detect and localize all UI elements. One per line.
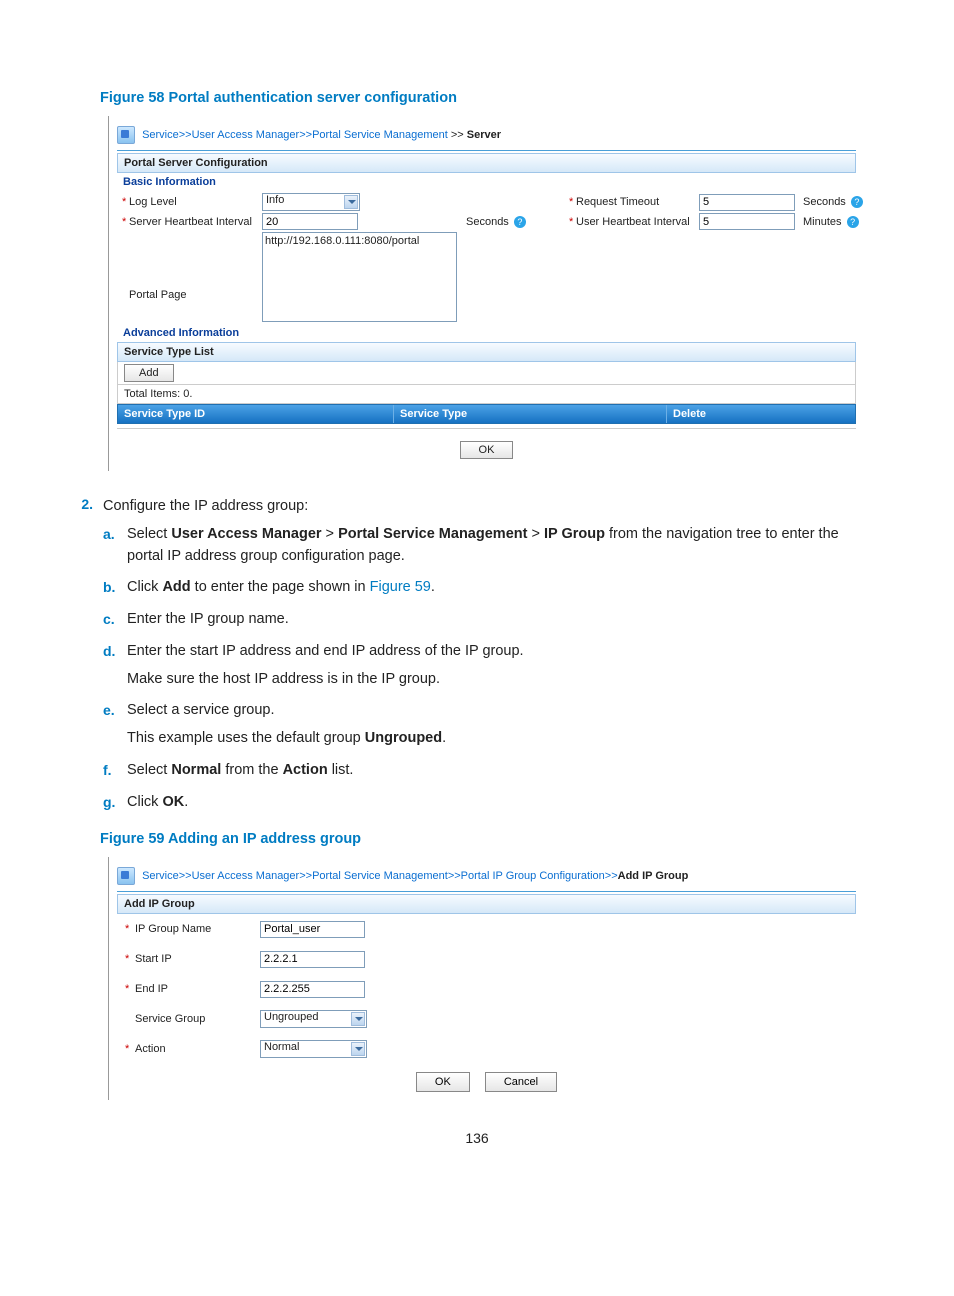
help-icon[interactable]: ? (851, 196, 863, 208)
label-request-timeout: Request Timeout (570, 196, 695, 208)
select-action[interactable]: Normal (260, 1040, 367, 1058)
basic-info-head: Basic Information (117, 173, 856, 191)
sub-e-text: Select a service group. This example use… (127, 700, 864, 750)
col-delete: Delete (667, 405, 855, 423)
bc-sep: >> (299, 129, 312, 141)
section-add-ip-group: Add IP Group (117, 894, 856, 914)
ok-button[interactable]: OK (416, 1072, 470, 1092)
sub-d: d. (103, 641, 127, 691)
breadcrumb-icon (117, 867, 135, 885)
breadcrumb-59: Service>>User Access Manager>>Portal Ser… (117, 867, 856, 885)
section-portal-server-config: Portal Server Configuration (117, 153, 856, 173)
sub-c: c. (103, 609, 127, 631)
unit-seconds: Seconds (803, 196, 846, 208)
bc-psm[interactable]: Portal Service Management (312, 870, 448, 882)
total-items: Total Items: 0. (117, 385, 856, 404)
chevron-down-icon (351, 1042, 365, 1056)
label-log-level: Log Level (123, 196, 258, 208)
col-service-type: Service Type (394, 405, 667, 423)
figure58-box: Service>>User Access Manager>>Portal Ser… (108, 116, 864, 471)
chevron-down-icon (351, 1012, 365, 1026)
breadcrumb-icon (117, 126, 135, 144)
sub-c-text: Enter the IP group name. (127, 609, 864, 631)
ok-button[interactable]: OK (460, 441, 514, 459)
add-button[interactable]: Add (124, 364, 174, 382)
label-action: *Action (117, 1043, 260, 1055)
label-user-heartbeat: User Heartbeat Interval (570, 216, 695, 228)
select-log-level[interactable]: Info (262, 193, 360, 211)
col-service-type-id: Service Type ID (118, 405, 394, 423)
bc-sep: >> (179, 129, 192, 141)
sub-g-text: Click OK. (127, 792, 864, 814)
sub-a: a. (103, 524, 127, 568)
step-number: 2. (65, 496, 103, 823)
unit-minutes: Minutes (803, 216, 842, 228)
bc-ip-cfg[interactable]: Portal IP Group Configuration (461, 870, 605, 882)
input-server-heartbeat[interactable] (262, 213, 358, 230)
page-number: 136 (90, 1130, 864, 1146)
help-icon[interactable]: ? (514, 216, 526, 228)
bc-service[interactable]: Service (142, 129, 179, 141)
bc-uam[interactable]: User Access Manager (192, 870, 300, 882)
input-start-ip[interactable] (260, 951, 365, 968)
sub-e: e. (103, 700, 127, 750)
bc-uam[interactable]: User Access Manager (192, 129, 300, 141)
figure59-box: Service>>User Access Manager>>Portal Ser… (108, 857, 864, 1100)
bc-service[interactable]: Service (142, 870, 179, 882)
input-request-timeout[interactable] (699, 194, 795, 211)
label-portal-page: Portal Page (123, 254, 258, 301)
sub-b-text: Click Add to enter the page shown in Fig… (127, 577, 864, 599)
sub-d-text: Enter the start IP address and end IP ad… (127, 641, 864, 691)
label-start-ip: *Start IP (117, 953, 260, 965)
bc-server: Server (467, 129, 501, 141)
label-ip-group-name: *IP Group Name (117, 923, 260, 935)
figure58-caption: Figure 58 Portal authentication server c… (90, 90, 864, 106)
cancel-button[interactable]: Cancel (485, 1072, 557, 1092)
service-type-list-head: Service Type List (117, 342, 856, 362)
figure59-caption: Figure 59 Adding an IP address group (90, 831, 864, 847)
label-server-heartbeat: Server Heartbeat Interval (123, 216, 258, 228)
service-type-table-header: Service Type ID Service Type Delete (117, 404, 856, 424)
bc-add-ip: Add IP Group (618, 870, 689, 882)
bc-sep: >> (451, 129, 467, 141)
figure59-link[interactable]: Figure 59 (370, 579, 431, 595)
sub-g: g. (103, 792, 127, 814)
sub-b: b. (103, 577, 127, 599)
breadcrumb-58: Service>>User Access Manager>>Portal Ser… (117, 126, 856, 144)
input-user-heartbeat[interactable] (699, 213, 795, 230)
select-service-group[interactable]: Ungrouped (260, 1010, 367, 1028)
help-icon[interactable]: ? (847, 216, 859, 228)
textarea-portal-page[interactable]: http://192.168.0.111:8080/portal (262, 232, 457, 322)
chevron-down-icon (344, 195, 358, 209)
sub-f: f. (103, 760, 127, 782)
unit-seconds: Seconds (466, 216, 509, 228)
label-end-ip: *End IP (117, 983, 260, 995)
advanced-info-head: Advanced Information (117, 324, 856, 342)
sub-f-text: Select Normal from the Action list. (127, 760, 864, 782)
input-end-ip[interactable] (260, 981, 365, 998)
sub-a-text: Select User Access Manager > Portal Serv… (127, 524, 864, 568)
label-service-group: Service Group (117, 1013, 260, 1025)
input-ip-group-name[interactable] (260, 921, 365, 938)
bc-psm[interactable]: Portal Service Management (312, 129, 448, 141)
step2-text: Configure the IP address group: (103, 496, 864, 518)
